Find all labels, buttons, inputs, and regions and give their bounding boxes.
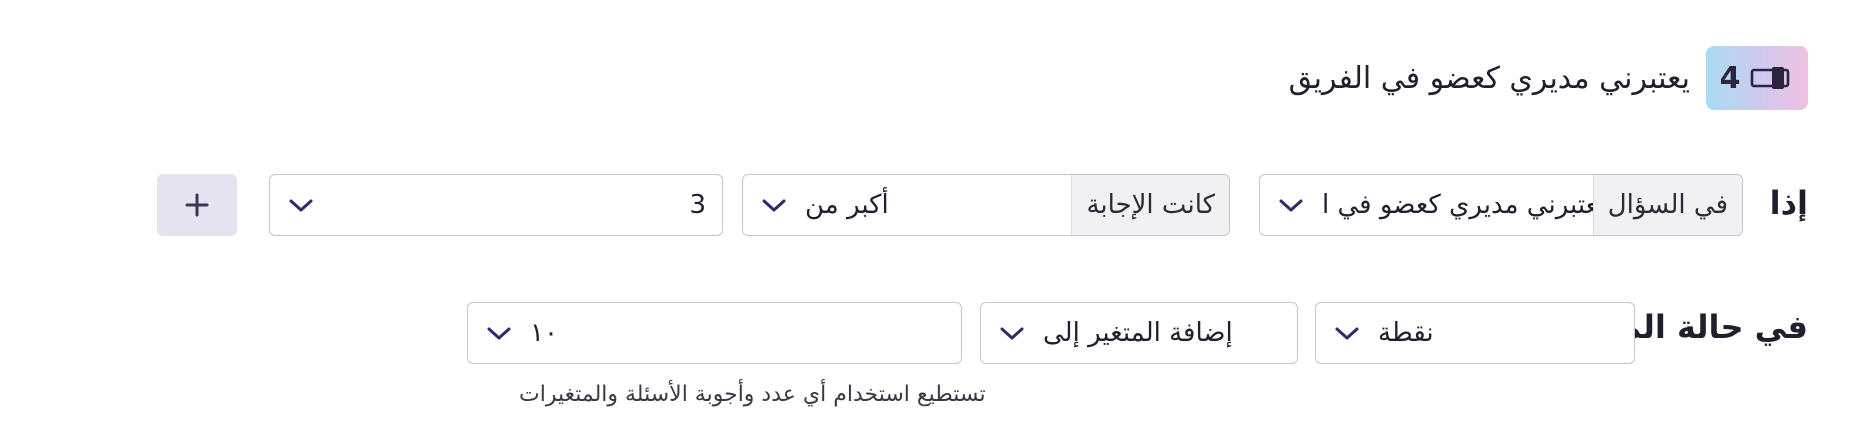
action-select[interactable]: إضافة المتغير إلى	[980, 302, 1298, 364]
chevron-down-icon[interactable]	[1316, 303, 1378, 363]
condition-if-label: إذا	[1769, 184, 1808, 222]
operator-select[interactable]: كانت الإجابة أكبر من	[742, 174, 1230, 236]
question-number: 4	[1719, 60, 1741, 96]
chevron-down-icon[interactable]	[270, 175, 332, 235]
plus-icon	[185, 193, 209, 217]
question-badge: 4	[1706, 46, 1808, 110]
variable-select[interactable]: نقطة	[1315, 302, 1635, 364]
question-select[interactable]: في السؤال 4- يعتبرني مديري كعضو في ا	[1259, 174, 1743, 236]
toggle-icon	[1751, 67, 1790, 89]
add-condition-button[interactable]	[157, 174, 237, 236]
operator-select-prefix: كانت الإجابة	[1071, 175, 1229, 235]
helper-text: تستطيع استخدام أي عدد وأجوبة الأسئلة وال…	[519, 382, 986, 407]
chevron-down-icon[interactable]	[743, 175, 805, 235]
question-title: يعتبرني مديري كعضو في الفريق	[1288, 60, 1690, 96]
question-select-prefix: في السؤال	[1592, 175, 1742, 235]
amount-select[interactable]: ١٠	[467, 302, 962, 364]
value-select-value: 3	[332, 175, 722, 235]
question-header: 4 يعتبرني مديري كعضو في الفريق	[1289, 46, 1808, 110]
chevron-down-icon[interactable]	[468, 303, 530, 363]
chevron-down-icon[interactable]	[1260, 175, 1322, 235]
action-select-value: إضافة المتغير إلى	[1043, 318, 1233, 348]
chevron-down-icon[interactable]	[981, 303, 1043, 363]
variable-select-value: نقطة	[1378, 318, 1434, 348]
amount-select-value: ١٠	[530, 318, 558, 348]
value-select[interactable]: 3	[269, 174, 723, 236]
value-select-text: 3	[689, 190, 706, 220]
question-select-value: 4- يعتبرني مديري كعضو في ا	[1322, 190, 1593, 220]
operator-select-value: أكبر من	[805, 190, 889, 220]
